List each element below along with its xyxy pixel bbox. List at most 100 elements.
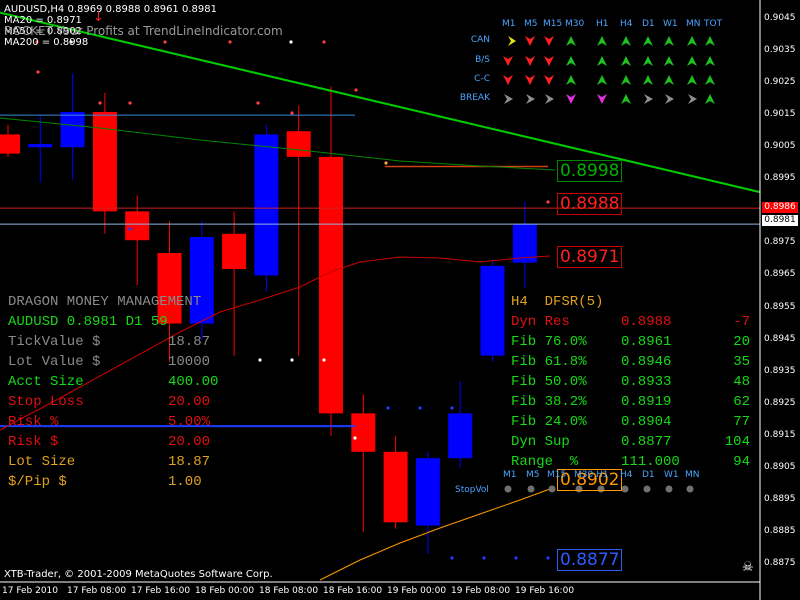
lower-timeframe-label: M30 (574, 470, 594, 480)
timeframe-header: D1 (642, 19, 655, 29)
fib-row-price: 0.8933 (621, 374, 672, 390)
fib-row-price: 0.8904 (621, 414, 672, 430)
green-up-arrow-icon (566, 56, 576, 66)
time-tick-label: 17 Feb 2010 (2, 586, 59, 596)
price-tick-label: 0.9035 (764, 45, 796, 56)
timeframe-header: H4 (620, 19, 633, 29)
gray-right-arrow-icon (545, 94, 554, 104)
fractal-dot (546, 556, 550, 560)
price-tick-label: 0.9045 (764, 13, 796, 23)
timeframe-dot-icon (621, 485, 629, 493)
green-up-arrow-icon (566, 75, 576, 85)
timeframe-dot-icon (527, 485, 535, 493)
fib-row-price: 0.8946 (621, 354, 672, 370)
mm-symbol-line: AUDUSD 0.8981 D1 59 (8, 314, 168, 330)
fib-row-pips: -7 (733, 314, 750, 330)
fractal-dot (322, 358, 326, 362)
mm-row-value: 20.00 (168, 394, 211, 410)
lower-timeframe-label: D1 (642, 470, 655, 480)
fib-row-price: 111.000 (621, 454, 680, 470)
fractal-dot (258, 358, 262, 362)
red-down-arrow-icon (503, 75, 513, 85)
price-tick-label: 0.9025 (764, 77, 796, 88)
lower-timeframe-label: W1 (664, 470, 679, 480)
lower-timeframe-label: MN (685, 470, 700, 480)
fib-row-price: 0.8961 (621, 334, 672, 350)
fractal-dot (290, 358, 294, 362)
fractal-dot (36, 70, 40, 74)
timeframe-header: W1 (663, 19, 678, 29)
red-down-arrow-icon (525, 56, 535, 66)
fractal-dot (354, 88, 358, 92)
fractal-dot (322, 40, 326, 44)
timeframe-header: M15 (543, 19, 563, 29)
candle-body (125, 211, 150, 241)
signal-row-label: B/S (475, 55, 490, 65)
copyright: XTB-Trader, © 2001-2009 MetaQuotes Softw… (4, 569, 273, 580)
fib-row-pips: 77 (733, 414, 750, 430)
green-up-arrow-icon (621, 56, 631, 66)
timeframe-header: MN (686, 19, 701, 29)
candle-body (480, 265, 505, 356)
time-tick-label: 18 Feb 08:00 (259, 586, 319, 596)
candle-body (448, 413, 473, 459)
green-up-arrow-icon (566, 36, 576, 46)
price-tick-label: 0.9005 (764, 141, 796, 152)
mm-row-value: 18.87 (168, 454, 211, 470)
candle-body (286, 131, 311, 157)
fib-row-pips: 62 (733, 394, 750, 410)
green-up-arrow-icon (621, 94, 631, 104)
time-tick-label: 19 Feb 16:00 (515, 586, 575, 596)
fractal-dot (546, 200, 550, 204)
lower-timeframe-label: M5 (526, 470, 540, 480)
symbol-info: AUDUSD,H4 0.8969 0.8988 0.8961 0.8981 (4, 4, 217, 15)
price-tick-label: 0.8955 (764, 301, 796, 312)
green-up-arrow-icon (687, 75, 697, 85)
mm-row-label: Risk % (8, 414, 59, 430)
timeframe-dot-icon (548, 485, 556, 493)
mm-row-label: Stop Loss (8, 394, 84, 410)
gray-right-arrow-icon (526, 94, 535, 104)
green-up-arrow-icon (664, 75, 674, 85)
timeframe-header: M1 (502, 19, 516, 29)
mm-row-label: TickValue $ (8, 334, 101, 350)
fib-row-label: Fib 38.2% (511, 394, 587, 410)
support-level-label: 0.8877 (557, 549, 623, 571)
time-tick-label: 19 Feb 08:00 (451, 586, 511, 596)
mm-row-label: Lot Size (8, 454, 76, 470)
green-up-arrow-icon (643, 75, 653, 85)
lower-timeframe-label: M1 (503, 470, 517, 480)
time-tick-label: 18 Feb 00:00 (195, 586, 255, 596)
time-tick-label: 17 Feb 16:00 (131, 586, 191, 596)
price-tick-label: 0.8975 (764, 237, 796, 248)
price-tick-label: 0.8905 (764, 461, 796, 472)
mm-row-value: 1.00 (168, 474, 202, 490)
fractal-dot (290, 111, 294, 115)
green-up-arrow-icon (705, 36, 715, 46)
green-up-arrow-icon (597, 75, 607, 85)
gray-right-arrow-icon (504, 94, 513, 104)
fractal-dot (450, 406, 454, 410)
candle-body (254, 134, 279, 276)
gray-right-arrow-icon (644, 94, 653, 104)
mm-row-value: 5.00% (168, 414, 211, 430)
timeframe-dot-icon (643, 485, 651, 493)
timeframe-dot-icon (665, 485, 673, 493)
gray-right-arrow-icon (688, 94, 697, 104)
candle-body (383, 451, 408, 523)
time-tick-label: 18 Feb 16:00 (323, 586, 383, 596)
green-up-arrow-icon (687, 56, 697, 66)
fib-row-label: Dyn Sup (511, 434, 570, 450)
timeframe-header: H1 (596, 19, 609, 29)
fractal-dot (128, 227, 132, 231)
green-up-arrow-icon (643, 36, 653, 46)
mm-row-value: 10000 (168, 354, 211, 370)
red-down-arrow-icon (544, 56, 554, 66)
fib-row-pips: 48 (733, 374, 750, 390)
candle-body (415, 458, 440, 526)
green-up-arrow-icon (664, 36, 674, 46)
mm-row-label: Acct Size (8, 374, 84, 390)
green-up-arrow-icon (705, 56, 715, 66)
mm-row-label: Risk $ (8, 434, 59, 450)
gray-right-arrow-icon (665, 94, 674, 104)
